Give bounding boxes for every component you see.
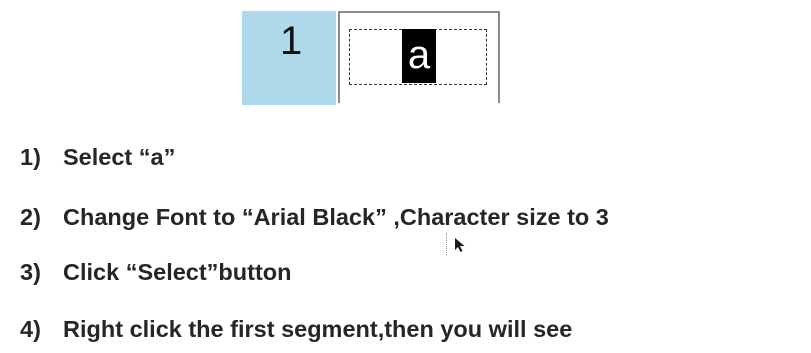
segment-text-field[interactable]: a (349, 29, 487, 85)
step-number: 4) (20, 316, 41, 342)
step-1: 1) Select “a” (20, 144, 176, 170)
step-number: 2) (20, 204, 41, 230)
segment-number: 1 (280, 19, 303, 63)
step-number: 1) (20, 144, 41, 170)
step-2: 2) Change Font to “Arial Black” ,Characte… (20, 204, 609, 230)
toolbar-separator (446, 233, 448, 255)
select-button[interactable] (446, 233, 474, 257)
step-text: Select “a” (63, 144, 176, 170)
segment-edit-box[interactable]: a (338, 11, 500, 103)
segment-widget: 1 a (242, 11, 500, 105)
step-3: 3) Click “Select”button (20, 259, 292, 285)
step-4: 4) Right click the first segment,then you… (20, 316, 573, 342)
selected-character[interactable]: a (402, 29, 436, 83)
step-text: Right click the first segment,then you w… (63, 316, 573, 342)
step-text: Change Font to “Arial Black” ,Character … (63, 204, 609, 230)
cursor-arrow-icon (455, 238, 465, 252)
step-text: Click “Select”button (63, 259, 292, 285)
step-number: 3) (20, 259, 41, 285)
segment-number-cell[interactable]: 1 (242, 11, 336, 105)
